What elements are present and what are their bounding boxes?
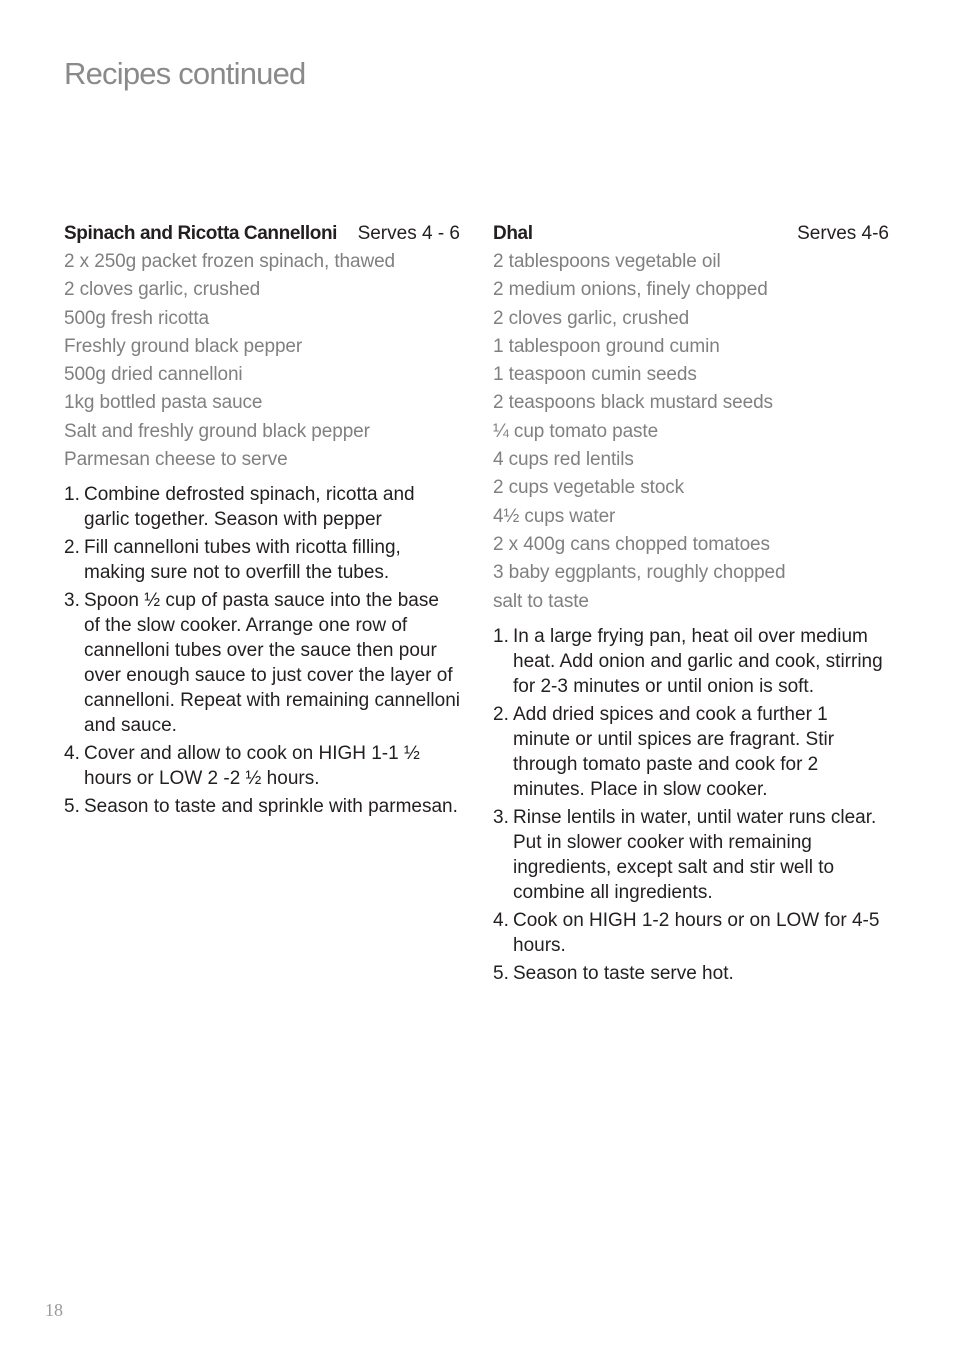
method-step: 1. Combine defrosted spinach, ricotta and… — [64, 482, 460, 532]
ingredient-item: 500g dried cannelloni — [64, 364, 243, 386]
ingredient-item: 2 x 250g packet frozen spinach, thawed — [64, 251, 396, 272]
method-step: 3. Spoon ½ cup of pasta sauce into the ba… — [64, 588, 460, 738]
ingredient-list: 2 tablespoons vegetable oil 2 medium oni… — [493, 248, 889, 616]
recipe-name: Dhal — [493, 223, 533, 244]
ingredient-item: 1kg bottled pasta sauce — [64, 392, 263, 414]
ingredient-item: 500g fresh ricotta — [64, 307, 210, 329]
ingredient-item: ¼ cup tomato paste — [493, 420, 659, 442]
step-text: Season to taste serve hot. — [513, 962, 734, 984]
step-text: Combine defrosted spinach, ricotta and g… — [84, 484, 415, 531]
recipe-dhal: Dhal Serves 4-6 2 tablespoons vegetable … — [493, 220, 889, 989]
ingredient-item: salt to taste — [493, 590, 589, 612]
ingredient-item: 4½ cups water — [493, 505, 616, 527]
step-text: Fill cannelloni tubes with ricotta filli… — [84, 537, 401, 584]
ingredient-item: 3 baby eggplants, roughly chopped — [493, 562, 786, 584]
method-step: 2. Add dried spices and cook a further 1 … — [493, 702, 889, 802]
method-step: 2. Fill cannelloni tubes with ricotta fil… — [64, 535, 460, 585]
ingredient-item: 2 teaspoons black mustard seeds — [493, 392, 773, 414]
ingredient-item: 2 x 400g cans chopped tomatoes — [493, 533, 770, 555]
step-number: 4. — [493, 909, 509, 931]
serves-label: Serves 4 - 6 — [357, 223, 460, 244]
ingredient-item: Freshly ground black pepper — [64, 335, 303, 357]
recipe-header: Spinach and Ricotta Cannelloni Serves 4 … — [64, 220, 460, 248]
step-number: 1. — [493, 625, 509, 647]
step-text: Cook on HIGH 1-2 hours or on LOW for 4-5… — [513, 909, 880, 956]
step-text: Add dried spices and cook a further 1 mi… — [513, 703, 835, 800]
ingredient-item: 2 cloves garlic, crushed — [493, 307, 690, 329]
page-number: 18 — [45, 1300, 63, 1320]
step-text: Season to taste and sprinkle with parmes… — [84, 796, 458, 818]
step-number: 1. — [64, 484, 80, 506]
method-step: 3. Rinse lentils in water, until water ru… — [493, 805, 889, 905]
step-text: Spoon ½ cup of pasta sauce into the base… — [84, 590, 461, 737]
method-step: 4. Cover and allow to cook on HIGH 1-1 ½ … — [64, 741, 460, 791]
recipe-header: Dhal Serves 4-6 — [493, 220, 889, 248]
ingredient-item: 4 cups red lentils — [493, 449, 634, 471]
method-steps: 1. Combine defrosted spinach, ricotta and… — [64, 482, 460, 819]
ingredient-item: 2 medium onions, finely chopped — [493, 279, 768, 301]
ingredient-item: 1 teaspoon cumin seeds — [493, 364, 697, 386]
step-text: Rinse lentils in water, until water runs… — [513, 806, 877, 903]
ingredient-list: 2 x 250g packet frozen spinach, thawed 2… — [64, 248, 460, 474]
ingredient-item: 1 tablespoon ground cumin — [493, 335, 720, 357]
step-number: 5. — [493, 962, 509, 984]
ingredient-item: Salt and freshly ground black pepper — [64, 420, 370, 442]
ingredient-item: 2 cloves garlic, crushed — [64, 279, 261, 301]
step-number: 3. — [64, 590, 80, 612]
method-step: 5. Season to taste and sprinkle with parm… — [64, 794, 460, 819]
step-number: 3. — [493, 806, 509, 828]
recipe-spinach-ricotta-cannelloni: Spinach and Ricotta Cannelloni Serves 4 … — [64, 220, 460, 822]
method-step: 1. In a large frying pan, heat oil over m… — [493, 624, 889, 699]
page-title: Recipes continued — [64, 56, 306, 91]
method-step: 4. Cook on HIGH 1-2 hours or on LOW for 4… — [493, 908, 889, 958]
step-number: 2. — [493, 703, 509, 725]
step-text: In a large frying pan, heat oil over med… — [513, 625, 883, 697]
ingredient-item: Parmesan cheese to serve — [64, 449, 288, 471]
method-steps: 1. In a large frying pan, heat oil over m… — [493, 624, 889, 986]
recipe-name: Spinach and Ricotta Cannelloni — [64, 223, 338, 244]
ingredient-item: 2 cups vegetable stock — [493, 477, 685, 499]
serves-label: Serves 4-6 — [797, 223, 889, 244]
ingredient-item: 2 tablespoons vegetable oil — [493, 251, 721, 272]
step-number: 5. — [64, 796, 80, 818]
step-number: 2. — [64, 537, 80, 559]
step-number: 4. — [64, 743, 80, 765]
method-step: 5. Season to taste serve hot. — [493, 961, 889, 986]
step-text: Cover and allow to cook on HIGH 1-1 ½ ho… — [84, 743, 420, 790]
